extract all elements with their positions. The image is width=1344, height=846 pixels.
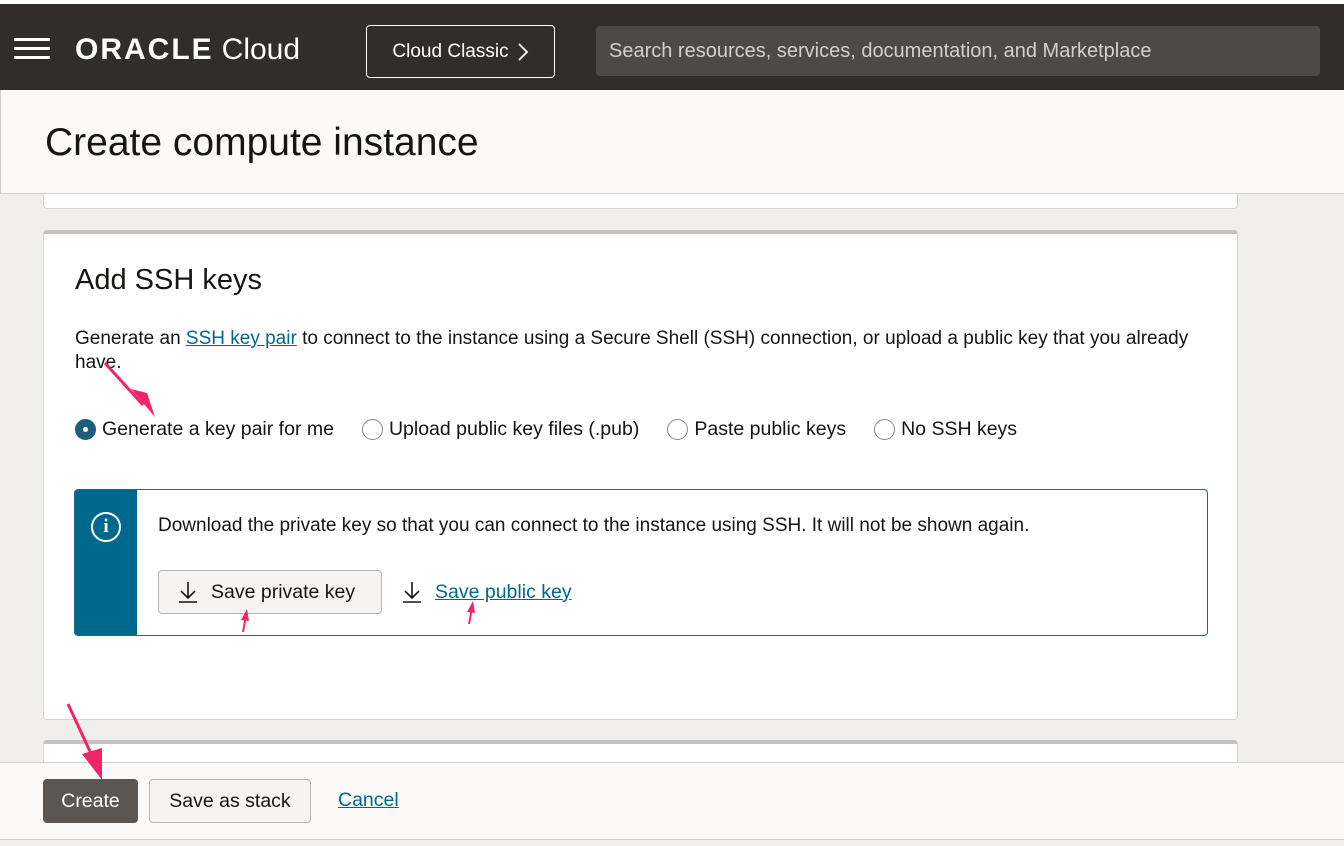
radio-generate-key-pair[interactable]: Generate a key pair for me [75, 418, 334, 441]
save-private-key-button[interactable]: Save private key [158, 570, 382, 614]
info-icon: i [91, 512, 121, 542]
cloud-classic-button[interactable]: Cloud Classic [366, 25, 555, 78]
chevron-right-icon [517, 42, 528, 61]
ssh-section-description: Generate an SSH key pair to connect to t… [75, 327, 1215, 375]
info-message: Download the private key so that you can… [158, 515, 1030, 536]
search-input[interactable] [596, 26, 1320, 76]
page-title: Create compute instance [45, 121, 479, 164]
radio-button[interactable] [361, 419, 383, 440]
radio-no-ssh-keys[interactable]: No SSH keys [874, 418, 1017, 441]
save-private-key-label: Save private key [211, 580, 356, 603]
hamburger-menu-icon[interactable] [14, 38, 50, 60]
page-header: Create compute instance [0, 90, 1344, 194]
save-as-stack-button[interactable]: Save as stack [149, 779, 311, 823]
radio-button-selected[interactable] [75, 419, 96, 440]
save-public-key-link[interactable]: Save public key [401, 570, 572, 614]
oracle-cloud-logo[interactable]: ORACLE Cloud [75, 30, 300, 70]
cloud-classic-label: Cloud Classic [392, 40, 509, 62]
radio-button[interactable] [874, 419, 896, 440]
description-prefix: Generate an [75, 328, 186, 349]
radio-button[interactable] [667, 419, 689, 440]
cancel-link[interactable]: Cancel [338, 789, 399, 812]
radio-label: Upload public key files (.pub) [388, 418, 640, 440]
ssh-key-pair-link[interactable]: SSH key pair [186, 328, 297, 349]
save-public-key-label: Save public key [435, 580, 572, 603]
download-icon [403, 582, 421, 603]
previous-section-panel [43, 194, 1238, 209]
footer-action-bar: Create Save as stack Cancel [0, 762, 1344, 840]
logo-cloud-text: Cloud [221, 33, 301, 66]
ssh-section-title: Add SSH keys [75, 264, 262, 296]
top-navigation-bar: ORACLE Cloud Cloud Classic [0, 0, 1344, 90]
radio-label: Generate a key pair for me [102, 418, 334, 440]
radio-label: No SSH keys [901, 418, 1018, 440]
logo-oracle-text: ORACLE [75, 33, 214, 66]
ssh-keys-panel: Add SSH keys Generate an SSH key pair to… [43, 230, 1238, 720]
info-message-box: i Download the private key so that you c… [74, 489, 1208, 636]
download-icon [179, 582, 197, 603]
info-stripe: i [75, 490, 137, 635]
radio-upload-public-key[interactable]: Upload public key files (.pub) [361, 418, 640, 441]
ssh-key-options: Generate a key pair for me Upload public… [75, 418, 1045, 441]
create-button[interactable]: Create [43, 779, 138, 823]
radio-label: Paste public keys [694, 418, 847, 440]
radio-paste-public-keys[interactable]: Paste public keys [667, 418, 846, 441]
